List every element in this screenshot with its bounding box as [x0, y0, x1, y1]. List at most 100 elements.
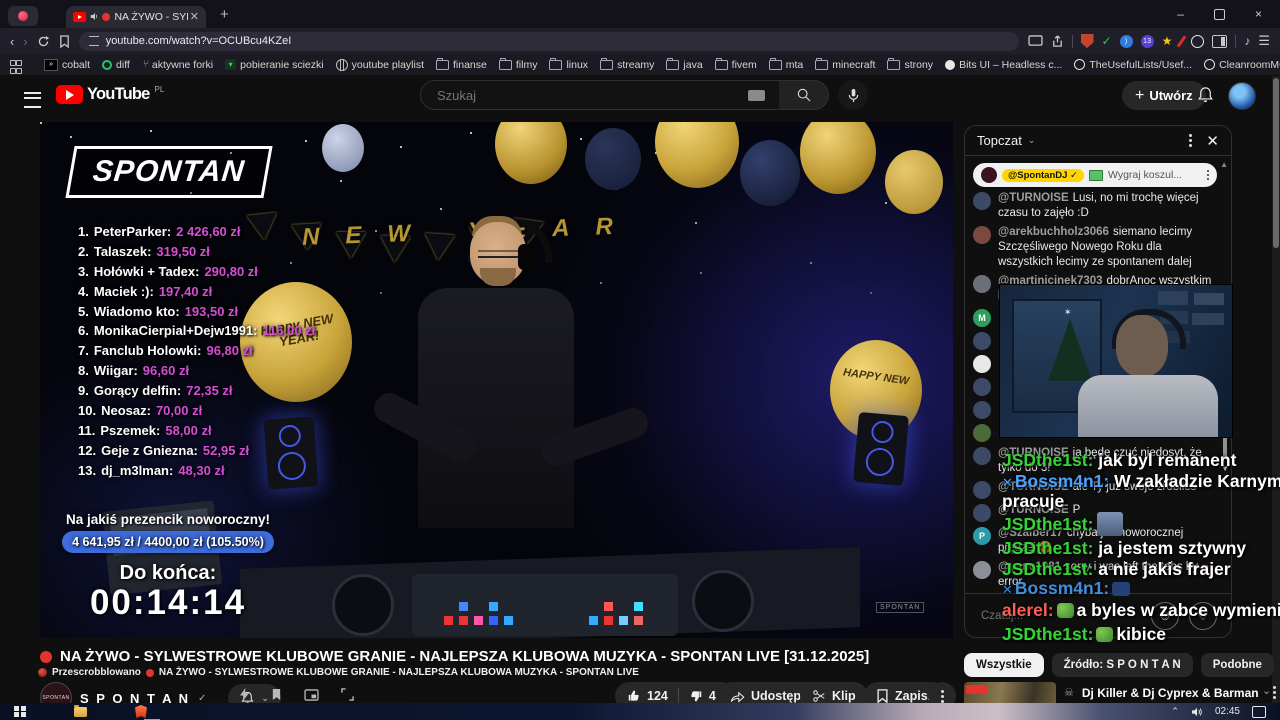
search-input[interactable] — [435, 86, 719, 104]
youtube-logo[interactable]: YouTube PL — [56, 85, 164, 104]
menu-icon[interactable]: ☰ — [1258, 33, 1270, 49]
related-thumbnail[interactable] — [964, 682, 1056, 703]
avatar[interactable] — [973, 332, 991, 350]
notification-center-icon[interactable] — [1252, 705, 1266, 718]
tab-audio-icon[interactable] — [90, 12, 98, 21]
bookmark-item[interactable]: ▾ pobieranie sciezki — [225, 59, 324, 71]
chat-close-icon[interactable]: ✕ — [1206, 132, 1219, 150]
pinned-tab[interactable] — [8, 6, 38, 26]
bookmark-item[interactable]: CleanroomMC/Clea... — [1204, 59, 1280, 71]
sidebar-icon[interactable] — [1212, 34, 1228, 48]
bookmark-item[interactable]: youtube playlist — [335, 58, 424, 71]
notifications-button[interactable] — [1196, 85, 1215, 110]
tracker-shield-icon[interactable] — [88, 36, 99, 46]
avatar[interactable] — [973, 561, 991, 579]
bookmark-item[interactable]: » cobalt — [44, 58, 90, 71]
avatar[interactable] — [973, 226, 991, 244]
thumbs-down-icon[interactable] — [689, 689, 703, 703]
dislike-count[interactable]: 4 — [709, 689, 716, 703]
page-scrollbar-thumb[interactable] — [1273, 78, 1279, 248]
avatar[interactable] — [973, 275, 991, 293]
check-extension-icon[interactable]: ✓ — [1102, 34, 1112, 48]
shape-extension-icon[interactable] — [1191, 34, 1205, 48]
guide-menu-icon[interactable] — [24, 92, 41, 108]
clock[interactable]: 02:45 — [1215, 706, 1240, 717]
window-maximize-button[interactable] — [1213, 8, 1225, 20]
avatar[interactable] — [973, 504, 991, 522]
resize-icon[interactable] — [341, 688, 354, 701]
bookmark-folder[interactable]: finanse — [436, 57, 487, 71]
chip-source[interactable]: Źródło: S P O N T A N — [1051, 653, 1193, 677]
video-player[interactable]: NEW YEAR Happy NEW YEAR! HAPPY NEW SPONT… — [40, 122, 953, 638]
related-video-row[interactable]: ☠ Dj Killer & Dj Cyprex & Barman — [964, 682, 1276, 703]
pip-icon[interactable] — [304, 688, 319, 701]
related-menu-icon[interactable] — [1272, 686, 1276, 699]
bookmark-folder[interactable]: strony — [887, 57, 933, 71]
bookmark-icon[interactable] — [59, 34, 70, 48]
chat-scroll-up-icon[interactable]: ▲ — [1220, 160, 1228, 169]
like-count[interactable]: 124 — [647, 689, 668, 703]
avatar[interactable] — [973, 378, 991, 396]
chat-author[interactable]: @TURNOISE — [998, 192, 1069, 204]
tray-expand-icon[interactable]: ⌃ — [1171, 706, 1179, 717]
bookmark-folder[interactable]: linux — [549, 57, 588, 71]
avatar[interactable] — [973, 424, 991, 442]
chip-related[interactable]: Podobne — [1200, 653, 1274, 677]
brave-browser-icon[interactable] — [135, 705, 147, 718]
bookmark-item[interactable]: ⑂ aktywne forki — [142, 59, 213, 71]
reload-icon[interactable] — [37, 35, 50, 48]
chat-menu-icon[interactable] — [1189, 134, 1193, 147]
forward-icon[interactable]: › — [23, 35, 27, 48]
url-text[interactable]: youtube.com/watch?v=OCUBcu4KZeI — [106, 35, 292, 47]
tab-close-icon[interactable]: ✕ — [190, 10, 199, 23]
pinned-message[interactable]: @SpontanDJ ✓ Wygraj koszul... — [973, 163, 1217, 187]
account-avatar[interactable] — [1228, 82, 1256, 110]
avatar[interactable] — [973, 355, 991, 373]
ribbon-icon[interactable] — [271, 688, 282, 701]
avatar[interactable]: M — [973, 309, 991, 327]
volume-icon[interactable] — [1191, 707, 1203, 717]
bookmark-folder[interactable]: streamy — [600, 57, 654, 71]
bookmark-folder[interactable]: minecraft — [815, 57, 875, 71]
related-title[interactable]: Dj Killer & Dj Cyprex & Barman — [1082, 686, 1259, 700]
bookmark-item[interactable]: Bits UI – Headless c... — [945, 59, 1062, 71]
search-box[interactable] — [420, 80, 780, 110]
chat-mode-selector[interactable]: Topczat — [977, 133, 1022, 148]
bookmark-folder[interactable]: java — [666, 57, 703, 71]
pen-extension-icon[interactable] — [1176, 34, 1187, 48]
create-button[interactable]: + Utwórz — [1122, 81, 1206, 110]
window-close-button[interactable]: × — [1255, 7, 1262, 21]
bookmark-item[interactable]: TheUsefulLists/Usef... — [1074, 59, 1192, 71]
lightning-icon[interactable] — [240, 688, 249, 701]
url-bar[interactable]: youtube.com/watch?v=OCUBcu4KZeI — [78, 31, 1019, 51]
avatar[interactable] — [973, 192, 991, 210]
windows-start-button[interactable] — [14, 705, 26, 718]
wave-extension-icon[interactable]: ) — [1119, 34, 1133, 48]
avatar[interactable] — [973, 447, 991, 465]
search-button[interactable] — [779, 80, 829, 110]
voice-search-button[interactable] — [838, 80, 868, 110]
chevron-down-icon[interactable]: ⌄ — [1028, 135, 1036, 146]
bookmark-folder[interactable]: fivem — [714, 57, 757, 71]
apps-grid-icon[interactable] — [10, 59, 22, 74]
bookmark-folder[interactable]: filmy — [498, 57, 537, 71]
cast-icon[interactable] — [1027, 35, 1043, 47]
bookmark-item[interactable]: diff — [102, 59, 130, 71]
ublock-icon[interactable] — [1080, 34, 1094, 48]
chat-author[interactable]: @arekbuchholz3066 — [998, 226, 1109, 238]
avatar[interactable]: P — [973, 527, 991, 545]
chip-all[interactable]: Wszystkie — [964, 653, 1044, 677]
bookmark-folder[interactable]: mta — [768, 57, 803, 71]
collapse-caret-icon[interactable]: ⌄ — [1262, 684, 1271, 697]
file-explorer-icon[interactable] — [74, 704, 87, 717]
avatar[interactable] — [973, 401, 991, 419]
avatar[interactable] — [973, 481, 991, 499]
back-icon[interactable]: ‹ — [10, 35, 14, 48]
pinned-menu-icon[interactable] — [1206, 170, 1209, 180]
keyboard-icon[interactable] — [748, 89, 765, 101]
new-tab-button[interactable]: + — [220, 6, 229, 23]
window-minimize-button[interactable]: – — [1177, 7, 1184, 21]
star-extension-icon[interactable]: ★ — [1162, 34, 1173, 48]
share-icon[interactable] — [1051, 34, 1064, 48]
thumbs-up-icon[interactable] — [627, 689, 641, 703]
